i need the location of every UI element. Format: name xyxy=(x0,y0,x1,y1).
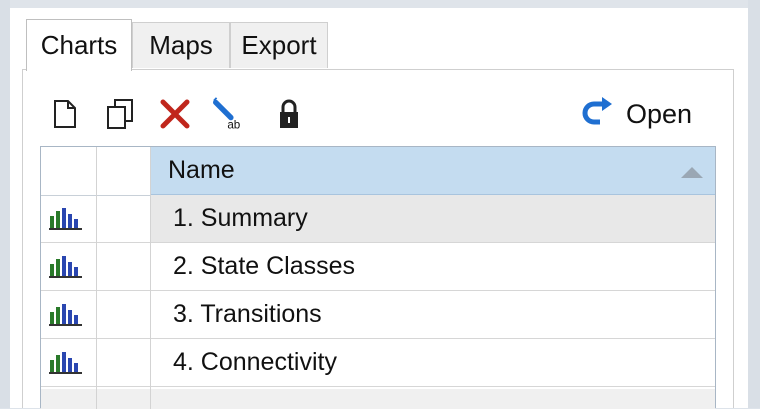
grid-footer xyxy=(41,389,715,409)
redo-arrow-icon xyxy=(582,97,612,125)
row-name: 2. State Classes xyxy=(173,252,356,280)
bar-chart-icon xyxy=(49,352,87,379)
row-name: 4. Connectivity xyxy=(173,348,337,376)
tab-maps-label: Maps xyxy=(149,30,213,60)
row-name: 3. Transitions xyxy=(173,300,322,328)
charts-grid: Name 1. Summary 2. State Classes 3. Tran… xyxy=(40,146,716,409)
column-header-name-label: Name xyxy=(168,156,235,184)
tab-charts-label: Charts xyxy=(40,30,118,60)
rename-icon[interactable]: ab xyxy=(213,96,247,132)
tab-export[interactable]: Export xyxy=(230,22,328,68)
tab-charts[interactable]: Charts xyxy=(26,19,132,71)
sort-ascending-icon xyxy=(681,167,703,178)
bar-chart-icon xyxy=(49,256,87,283)
copy-icon[interactable] xyxy=(103,96,137,132)
left-edge xyxy=(0,0,10,408)
right-edge xyxy=(748,0,760,408)
table-row[interactable]: 1. Summary xyxy=(41,195,715,243)
column-divider xyxy=(150,147,151,409)
bar-chart-icon xyxy=(49,208,87,235)
table-row[interactable]: 4. Connectivity xyxy=(41,339,715,387)
lock-icon[interactable] xyxy=(272,96,306,132)
open-button[interactable]: Open xyxy=(580,94,692,134)
open-button-label: Open xyxy=(626,98,693,129)
tab-maps[interactable]: Maps xyxy=(132,22,230,68)
delete-icon[interactable] xyxy=(158,96,192,132)
new-document-icon[interactable] xyxy=(48,96,82,132)
column-header-name[interactable]: Name xyxy=(151,147,715,195)
table-row[interactable]: 3. Transitions xyxy=(41,291,715,339)
tab-export-label: Export xyxy=(241,30,317,60)
table-row[interactable]: 2. State Classes xyxy=(41,243,715,291)
svg-text:ab: ab xyxy=(227,118,240,131)
bar-chart-icon xyxy=(49,304,87,331)
column-divider xyxy=(96,147,97,409)
window-frame: Charts Maps Export ab Open Name 1. Summa… xyxy=(0,0,760,409)
top-band xyxy=(0,0,760,8)
row-name: 1. Summary xyxy=(151,195,715,242)
